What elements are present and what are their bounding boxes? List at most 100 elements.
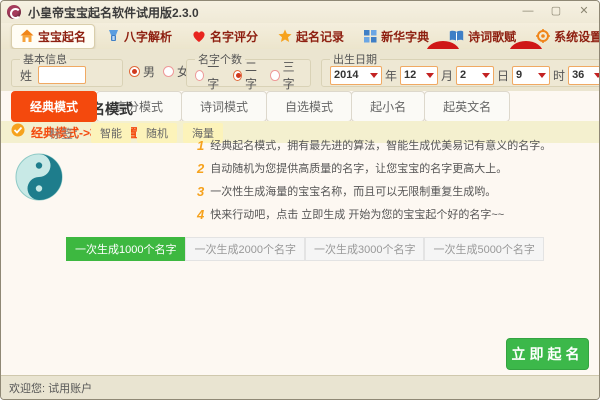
window-controls: — ▢ ✕ bbox=[521, 4, 591, 18]
count-one-label: 一字 bbox=[207, 58, 226, 92]
content-panel: 经典模式 高分模式 诗词模式 自选模式 起小名 起英文名 经典模式->模式设置 … bbox=[1, 91, 599, 375]
tag-smart: 智能 bbox=[91, 123, 131, 143]
heart-icon bbox=[192, 30, 206, 43]
nav-item-name-score[interactable]: 名字评分 bbox=[184, 25, 266, 48]
app-logo-icon bbox=[7, 5, 21, 19]
dropdown-arrow-icon bbox=[370, 73, 378, 78]
dropdown-arrow-icon bbox=[426, 73, 434, 78]
nav-item-naming-records[interactable]: 起名记录 bbox=[270, 25, 352, 48]
star-icon bbox=[278, 29, 292, 43]
day-unit-label: 日 bbox=[497, 67, 509, 84]
gender-male-label: 男 bbox=[143, 63, 155, 80]
nav-label: 宝宝起名 bbox=[38, 28, 86, 45]
nav-item-baby-naming[interactable]: 宝宝起名 bbox=[11, 24, 95, 49]
birth-hour-select[interactable]: 9 bbox=[512, 66, 550, 85]
nav-item-xinhua-dictionary[interactable]: 新华字典 bbox=[356, 25, 437, 48]
nav-label: 系统设置 bbox=[554, 28, 600, 45]
feature-text: 经典起名模式，拥有最先进的算法，智能生成优美易记有意义的名字。 bbox=[210, 139, 551, 153]
dropdown-arrow-icon bbox=[538, 73, 546, 78]
feature-list: 1 经典起名模式，拥有最先进的算法，智能生成优美易记有意义的名字。 2 自动随机为您… bbox=[197, 139, 587, 231]
feature-number: 4 bbox=[197, 208, 204, 222]
year-unit-label: 年 bbox=[385, 67, 397, 84]
feature-text: 一次性生成海量的宝宝名称，而且可以无限制重复生成哟。 bbox=[210, 185, 496, 199]
generate-now-button[interactable]: 立即起名 bbox=[506, 338, 589, 370]
home-icon bbox=[20, 29, 34, 43]
tab-nickname[interactable]: 起小名 bbox=[351, 91, 425, 122]
feature-text: 快来行动吧，点击 立即生成 开始为您的宝宝起个好的名字~~ bbox=[210, 208, 504, 222]
gen-2000-button[interactable]: 一次生成2000个名字 bbox=[185, 237, 304, 261]
birth-year-select[interactable]: 2014 bbox=[330, 66, 382, 85]
tab-english-name[interactable]: 起英文名 bbox=[424, 91, 510, 122]
month-unit-label: 月 bbox=[441, 67, 453, 84]
birth-minute-select[interactable]: 36 bbox=[568, 66, 600, 85]
feature-item: 1 经典起名模式，拥有最先进的算法，智能生成优美易记有意义的名字。 bbox=[197, 139, 587, 153]
feature-item: 2 自动随机为您提供高质量的名字，让您宝宝的名字更高大上。 bbox=[197, 162, 587, 176]
status-bar: 欢迎您: 试用账户 bbox=[1, 375, 599, 400]
feature-item: 3 一次性生成海量的宝宝名称，而且可以无限制重复生成哟。 bbox=[197, 185, 587, 199]
birth-month-select[interactable]: 12 bbox=[400, 66, 438, 85]
titlebar: 小皇帝宝宝起名软件试用版2.3.0 — ▢ ✕ bbox=[1, 1, 599, 23]
form-row: 基本信息 姓 男 女 名字个数 一字 二字 三字 出生日期 2014 年 12 bbox=[1, 49, 599, 91]
yinyang-icon bbox=[15, 153, 63, 206]
tab-classic-mode[interactable]: 经典模式 bbox=[11, 91, 97, 122]
tags-label: 标签： bbox=[49, 125, 85, 142]
radio-icon bbox=[163, 66, 174, 77]
radio-selected-icon bbox=[233, 70, 242, 81]
minimize-button[interactable]: — bbox=[521, 4, 535, 18]
feature-number: 1 bbox=[197, 139, 204, 153]
window-title: 小皇帝宝宝起名软件试用版2.3.0 bbox=[28, 4, 199, 21]
feature-number: 2 bbox=[197, 162, 204, 176]
gen-1000-button[interactable]: 一次生成1000个名字 bbox=[66, 237, 185, 261]
generation-count-buttons: 一次生成1000个名字 一次生成2000个名字 一次生成3000个名字 一次生成… bbox=[66, 237, 544, 261]
radio-selected-icon bbox=[129, 66, 140, 77]
tag-random: 随机 bbox=[137, 123, 177, 143]
birth-hour-value: 9 bbox=[516, 69, 522, 81]
feature-number: 3 bbox=[197, 185, 204, 199]
nav-label: 名字评分 bbox=[210, 28, 258, 45]
count-one-radio[interactable]: 一字 bbox=[195, 58, 227, 92]
nav-label: 起名记录 bbox=[296, 28, 344, 45]
dictionary-icon bbox=[364, 30, 377, 43]
birth-day-value: 2 bbox=[460, 69, 466, 81]
tab-poetry-mode[interactable]: 诗词模式 bbox=[181, 91, 267, 122]
basic-info-legend: 基本信息 bbox=[20, 51, 70, 67]
gen-3000-button[interactable]: 一次生成3000个名字 bbox=[305, 237, 424, 261]
birth-year-value: 2014 bbox=[334, 69, 358, 81]
nav-label: 新华字典 bbox=[381, 28, 429, 45]
birth-date-group: 出生日期 2014 年 12 月 2 日 9 时 36 分 bbox=[321, 51, 600, 87]
mode-tabs: 经典模式 高分模式 诗词模式 自选模式 起小名 起英文名 bbox=[11, 91, 509, 122]
dropdown-arrow-icon bbox=[594, 73, 600, 78]
gender-male-radio[interactable]: 男 bbox=[129, 63, 155, 80]
settings-gear-icon bbox=[536, 29, 550, 43]
maximize-button[interactable]: ▢ bbox=[549, 4, 563, 18]
birth-date-legend: 出生日期 bbox=[330, 51, 380, 67]
count-two-radio[interactable]: 二字 bbox=[233, 58, 265, 92]
main-nav: 宝宝起名 八字解析 名字评分 起名记录 新华字典 诗词歌赋 系统设置 bbox=[1, 23, 599, 49]
nav-label: 八字解析 bbox=[124, 28, 172, 45]
tab-custom-mode[interactable]: 自选模式 bbox=[266, 91, 352, 122]
poetry-book-icon bbox=[449, 30, 464, 42]
count-three-radio[interactable]: 三字 bbox=[270, 58, 302, 92]
count-three-label: 三字 bbox=[283, 58, 302, 92]
welcome-text: 欢迎您: 试用账户 bbox=[9, 380, 92, 396]
radio-icon bbox=[195, 70, 204, 81]
count-two-label: 二字 bbox=[245, 58, 264, 92]
gender-options: 男 女 bbox=[129, 63, 189, 80]
radio-icon bbox=[270, 70, 279, 81]
gen-5000-button[interactable]: 一次生成5000个名字 bbox=[424, 237, 543, 261]
surname-input[interactable] bbox=[38, 66, 86, 84]
surname-label: 姓 bbox=[20, 67, 32, 84]
app-window: 小皇帝宝宝起名软件试用版2.3.0 — ▢ ✕ 宝宝起名 八字解析 名字评分 起… bbox=[0, 0, 600, 400]
nav-label: 诗词歌赋 bbox=[468, 28, 516, 45]
birth-minute-value: 36 bbox=[572, 69, 584, 81]
feature-text: 自动随机为您提供高质量的名字，让您宝宝的名字更高大上。 bbox=[210, 162, 507, 176]
close-button[interactable]: ✕ bbox=[577, 4, 591, 18]
hour-unit-label: 时 bbox=[553, 67, 565, 84]
basic-info-group: 基本信息 姓 bbox=[11, 51, 123, 87]
breadcrumb-badge-icon bbox=[11, 123, 25, 142]
nav-item-system-settings[interactable]: 系统设置 bbox=[528, 25, 600, 48]
nav-item-bazi-analysis[interactable]: 八字解析 bbox=[99, 25, 180, 48]
birth-month-value: 12 bbox=[404, 69, 416, 81]
name-count-group: 名字个数 一字 二字 三字 bbox=[186, 51, 311, 87]
birth-day-select[interactable]: 2 bbox=[456, 66, 494, 85]
